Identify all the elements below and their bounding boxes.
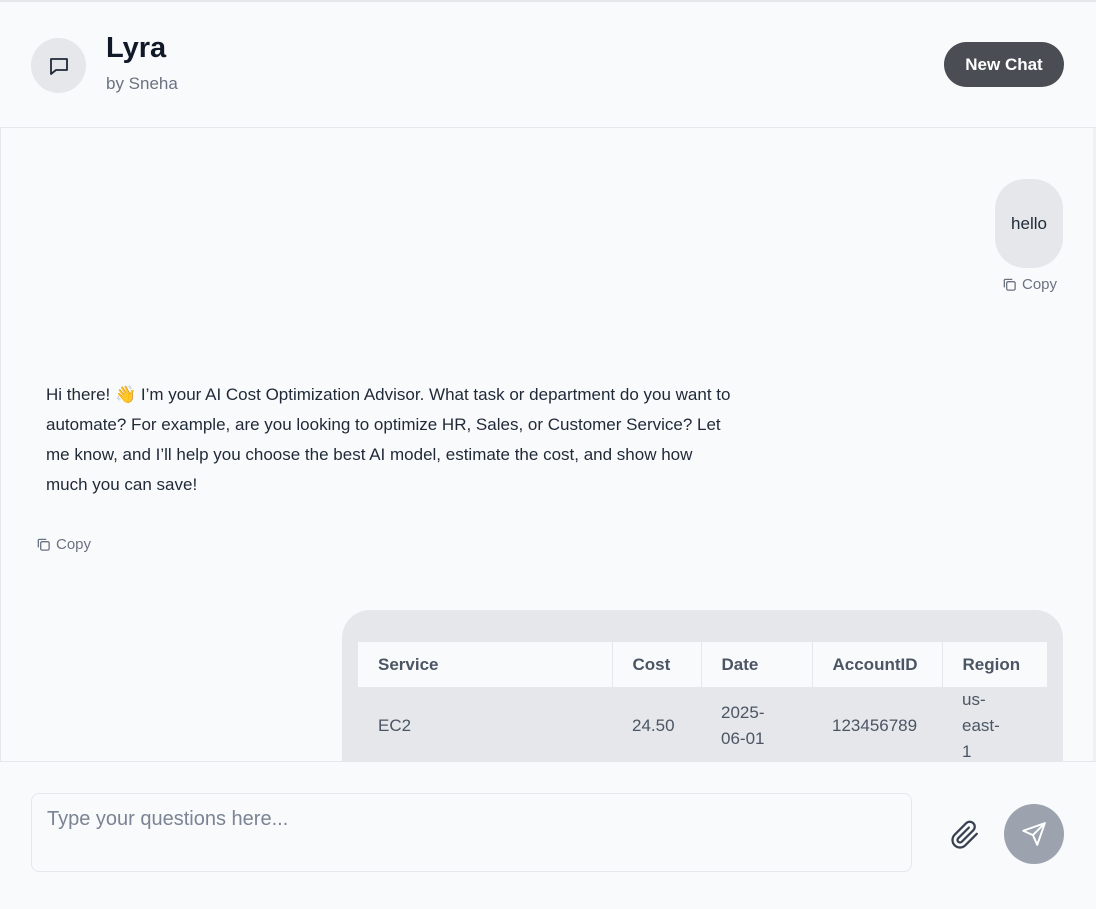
- composer: [0, 761, 1096, 909]
- column-header-service: Service: [358, 642, 613, 687]
- table-cell-region: us-east-1: [942, 687, 1047, 761]
- column-header-date: Date: [701, 642, 813, 687]
- date-value: 2025-06-01: [721, 703, 765, 748]
- copy-assistant-message-button[interactable]: Copy: [36, 536, 91, 553]
- copy-icon: [37, 538, 50, 551]
- user-message-bubble: hello: [995, 179, 1063, 268]
- message-list[interactable]: hello Copy Hi there! 👋 I’m your AI Cost …: [0, 128, 1096, 761]
- column-header-cost: Cost: [612, 642, 702, 687]
- app-title: Lyra: [106, 32, 167, 64]
- paperclip-icon: [951, 820, 978, 849]
- table-cell-cost: 24.50: [632, 716, 675, 735]
- copy-user-message-button[interactable]: Copy: [1002, 276, 1057, 293]
- table-cell-accountid: 123456789: [832, 716, 918, 735]
- header: Lyra by Sneha New Chat: [0, 2, 1096, 128]
- message-input[interactable]: [32, 794, 911, 871]
- user-table-message: Service Cost Date AccountID Region EC2 2…: [342, 610, 1063, 761]
- chat-bubble-icon: [49, 57, 68, 75]
- table-row: EC2 24.50 2025-06-01 123456789 us-east-1: [358, 687, 1047, 761]
- region-value: us-east-1: [962, 690, 1000, 761]
- send-button[interactable]: [1004, 804, 1064, 864]
- column-header-accountid: AccountID: [812, 642, 943, 687]
- copy-label: Copy: [56, 536, 92, 553]
- copy-icon: [1003, 278, 1016, 291]
- user-message-text: hello: [1011, 213, 1047, 233]
- send-icon: [1022, 822, 1046, 846]
- attach-button[interactable]: [950, 820, 980, 850]
- app-subtitle: by Sneha: [106, 74, 178, 93]
- message-input-container: [31, 793, 912, 872]
- table-cell-date: 2025-06-01: [701, 687, 812, 761]
- table-cell-service: EC2: [378, 716, 412, 735]
- data-table: Service Cost Date AccountID Region EC2 2…: [358, 642, 1047, 761]
- new-chat-button[interactable]: New Chat: [944, 42, 1064, 87]
- column-header-region: Region: [942, 642, 1047, 687]
- avatar: [31, 38, 86, 93]
- table-header-row: Service Cost Date AccountID Region: [358, 642, 1047, 687]
- assistant-message-text: Hi there! 👋 I’m your AI Cost Optimizatio…: [46, 385, 731, 494]
- copy-label: Copy: [1022, 276, 1058, 293]
